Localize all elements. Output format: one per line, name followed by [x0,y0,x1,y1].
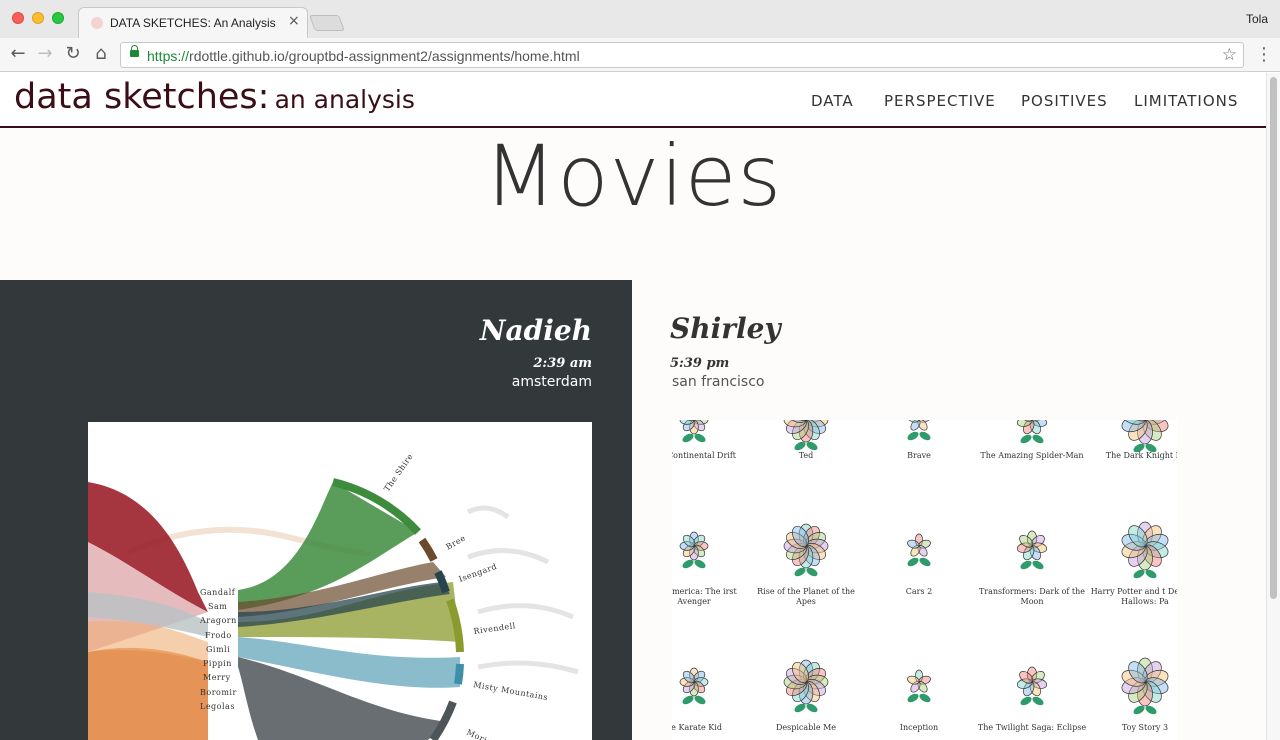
chord-label-merry: Merry [203,673,231,682]
browser-titlebar: DATA SKETCHES: An Analysis × Tola [0,0,1280,38]
new-tab-button[interactable] [309,15,345,31]
address-bar[interactable]: https://rdottle.github.io/grouptbd-assig… [120,42,1244,68]
user-profile-name[interactable]: Tola [1246,12,1268,26]
url-text[interactable]: https://rdottle.github.io/grouptbd-assig… [147,48,580,64]
movie-label: he Karate Kid [672,723,722,732]
nadieh-panel: Nadieh 2:39 am amsterdam Gandalf Sam Ara… [0,280,632,740]
nav-data[interactable]: DATA [811,92,854,110]
movie-label: Inception [899,723,939,732]
reload-icon[interactable]: ↻ [63,44,83,64]
page-scrollbar[interactable] [1266,73,1280,740]
movie-label: Cars 2 [905,587,933,596]
menu-dots-icon[interactable]: ⋮ [1255,44,1273,65]
movie-label: Despicable Me [775,723,837,732]
chord-label-misty-mountains: Misty Mountains [473,680,549,702]
movie-flower-icon[interactable] [906,420,932,442]
movie-flower-icon[interactable] [906,533,932,568]
tab-title: DATA SKETCHES: An Analysis [110,16,276,30]
star-icon[interactable]: ☆ [1222,45,1237,65]
movie-label: The Dark Knight Ri [1105,451,1177,460]
movie-label: The Twilight Saga: Eclipse [977,723,1087,732]
movie-label: Brave [907,451,931,460]
nadieh-name: Nadieh [479,314,592,347]
scrollbar-thumb[interactable] [1270,77,1277,599]
chord-label-rivendell: Rivendell [473,621,516,636]
chord-label-frodo: Frodo [205,631,232,640]
movie-label: Ted [798,451,814,460]
shirley-name: Shirley [670,312,781,345]
page-title: Movies [483,127,783,225]
nav-limitations[interactable]: LIMITATIONS [1134,92,1238,110]
chord-label-bree: Bree [445,533,468,551]
close-window-button[interactable] [12,12,24,24]
forward-arrow-icon[interactable]: → [35,44,55,64]
movie-flower-icon[interactable] [1016,420,1048,445]
back-arrow-icon[interactable]: ← [8,44,28,64]
nadieh-time: 2:39 am [533,356,592,371]
browser-tab[interactable]: DATA SKETCHES: An Analysis × [78,7,308,38]
movie-flower-icon[interactable] [679,531,709,570]
lotr-chord-visualization[interactable]: Gandalf Sam Aragorn Frodo Gimli Pippin M… [88,422,592,740]
movie-label: Rise of the Planet of the Apes [757,587,855,606]
shirley-time: 5:39 pm [670,356,730,371]
movie-flower-icon[interactable] [906,669,932,704]
browser-toolbar: ← → ↻ ⌂ https://rdottle.github.io/groupt… [0,38,1280,72]
site-brand[interactable]: data sketches: an analysis [14,77,415,117]
chord-label-moria: Moria [465,728,493,740]
shirley-city: san francisco [672,374,765,390]
chord-label-legolas: Legolas [200,702,235,711]
movie-label: Toy Story 3 [1121,723,1169,732]
chord-label-boromir: Boromir [200,688,237,697]
movie-flower-icon[interactable] [1120,420,1170,454]
chord-label-the-shire: The Shire [382,452,415,493]
movie-flower-icon[interactable] [1120,657,1170,716]
movie-flower-icon[interactable] [679,667,709,706]
chord-label-isengard: Isengard [458,562,499,584]
movie-flower-icon[interactable] [783,659,829,715]
movie-label: The Amazing Spider-Man [980,451,1084,460]
movie-flower-icon[interactable] [1016,666,1048,707]
home-icon[interactable]: ⌂ [91,44,111,64]
movie-flower-icon[interactable] [679,420,709,444]
movie-flowers-visualization[interactable]: ge: Continental Drift Ted Brave The Amazing… [672,420,1177,740]
maximize-window-button[interactable] [52,12,64,24]
movie-flower-icon[interactable] [783,523,829,579]
favicon-icon [91,17,103,29]
movie-flower-icon[interactable] [1120,521,1170,580]
chord-label-aragorn: Aragorn [199,616,237,625]
chord-label-gandalf: Gandalf [200,588,236,597]
site-header: data sketches: an analysis DATA PERSPECT… [0,73,1266,128]
minimize-window-button[interactable] [32,12,44,24]
movie-flower-icon[interactable] [783,420,829,452]
chord-label-pippin: Pippin [203,659,232,668]
chord-chart-svg: Gandalf Sam Aragorn Frodo Gimli Pippin M… [88,452,579,740]
movie-label: Harry Potter and t Deathly Hallows: Pa [1090,587,1177,606]
flowers-svg [679,420,1170,716]
chord-label-gimli: Gimli [206,645,230,654]
movie-label: ain America: The irst Avenger [672,587,737,606]
shirley-panel: Shirley 5:39 pm san francisco ge: Contin… [632,280,1266,740]
movie-label: ge: Continental Drift [672,451,737,460]
chord-label-sam: Sam [208,602,227,611]
nadieh-city: amsterdam [511,374,592,390]
lock-icon [130,45,139,57]
nav-perspective[interactable]: PERSPECTIVE [884,92,996,110]
nav-positives[interactable]: POSITIVES [1021,92,1108,110]
tab-close-icon[interactable]: × [288,13,300,29]
movie-label: Transformers: Dark of the Moon [978,587,1086,606]
page-content: data sketches: an analysis DATA PERSPECT… [0,73,1266,740]
movie-flower-icon[interactable] [1016,530,1048,571]
